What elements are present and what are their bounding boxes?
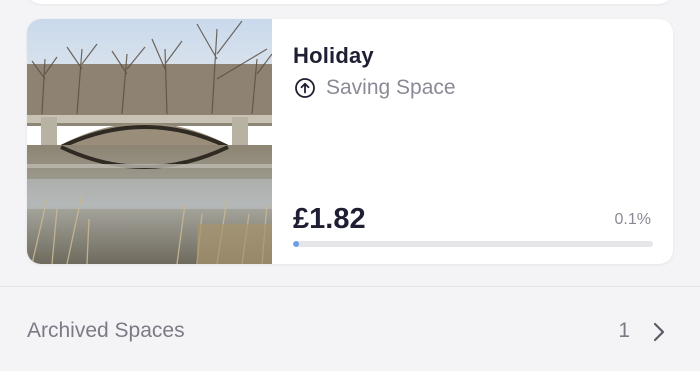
archived-spaces-row[interactable]: Archived Spaces 1 <box>0 287 700 371</box>
space-type-label: Saving Space <box>326 76 456 99</box>
space-card-holiday[interactable]: Holiday Saving Space £1.82 0.1% <box>27 19 673 264</box>
space-card-body: Holiday Saving Space £1.82 0.1% <box>272 19 673 264</box>
space-progress-fill <box>293 241 299 247</box>
space-title: Holiday <box>293 43 374 68</box>
space-type-row: Saving Space <box>294 76 456 100</box>
space-photo <box>27 19 272 264</box>
archived-spaces-count: 1 <box>618 319 630 342</box>
previous-card-edge <box>27 0 673 4</box>
space-progress-percent: 0.1% <box>614 211 651 228</box>
archived-spaces-label: Archived Spaces <box>27 319 185 342</box>
chevron-right-icon <box>653 322 665 342</box>
upload-circle-icon <box>295 78 315 98</box>
space-balance: £1.82 <box>293 203 366 235</box>
space-progress-bar <box>293 241 653 247</box>
